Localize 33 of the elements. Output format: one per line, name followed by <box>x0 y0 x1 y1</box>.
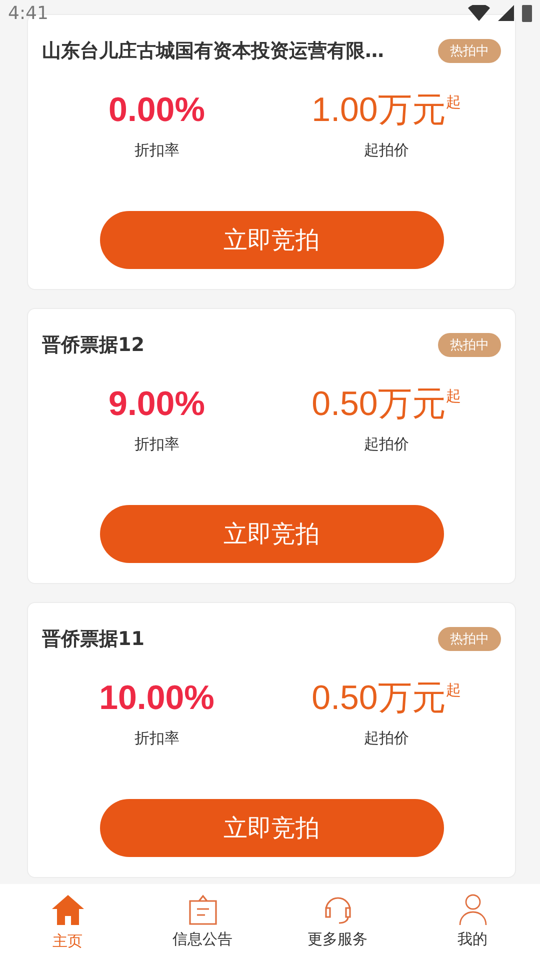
wifi-icon <box>468 5 490 21</box>
price-value: 1.00万元 <box>312 90 446 131</box>
status-badge: 热拍中 <box>438 333 501 357</box>
price-suffix: 起 <box>446 681 461 700</box>
price-label: 起拍价 <box>364 141 409 160</box>
bid-button[interactable]: 立即竞拍 <box>100 799 444 857</box>
auction-title: 晋侨票据12 <box>42 333 144 358</box>
status-time: 4:41 <box>8 2 48 24</box>
price-value: 0.50万元 <box>312 384 446 425</box>
discount-label: 折扣率 <box>134 141 180 160</box>
price-label: 起拍价 <box>364 729 409 748</box>
discount-value: 0.00% <box>108 90 205 131</box>
price-suffix: 起 <box>446 93 461 112</box>
discount-label: 折扣率 <box>134 435 180 454</box>
bid-button[interactable]: 立即竞拍 <box>100 211 444 269</box>
price-label: 起拍价 <box>364 435 409 454</box>
nav-tab[interactable]: 主页 <box>0 884 135 960</box>
price-value: 0.50万元 <box>312 678 446 719</box>
status-badge: 热拍中 <box>438 627 501 651</box>
nav-tab[interactable]: 更多服务 <box>270 884 405 960</box>
nav-tab[interactable]: 信息公告 <box>135 884 270 960</box>
status-badge: 热拍中 <box>438 39 501 63</box>
auction-title: 山东台儿庄古城国有资本投资运营有限… <box>42 39 384 64</box>
nav-tab[interactable]: 我的 <box>405 884 540 960</box>
home-icon <box>50 892 86 928</box>
discount-value: 10.00% <box>99 678 214 719</box>
discount-value: 9.00% <box>108 384 205 425</box>
price-suffix: 起 <box>446 387 461 406</box>
bid-button[interactable]: 立即竞拍 <box>100 505 444 563</box>
battery-icon <box>522 4 532 22</box>
signal-icon <box>498 5 514 21</box>
discount-label: 折扣率 <box>134 729 180 748</box>
auction-title: 晋侨票据11 <box>42 627 144 652</box>
